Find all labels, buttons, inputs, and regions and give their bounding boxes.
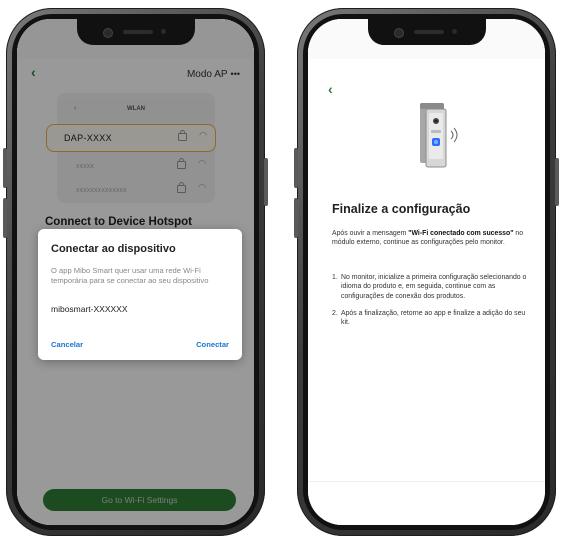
back-arrow-icon[interactable]: ‹ [328,81,333,97]
power-button [264,158,268,206]
speaker-grille [413,30,444,34]
notch [367,19,486,45]
phone-bezel: ‹ Finalize a configuração Após ouvir a m… [303,14,550,530]
dialog-ssid: mibosmart-XXXXXX [51,304,128,314]
sensor-dot [451,29,457,34]
phone-frame-left: ‹ Modo AP ••• ‹ WLAN DAP-XXXX ◠ XXXXX ◠ … [3,8,268,536]
volume-button [3,198,7,238]
list-item: 1. No monitor, inicialize a primeira con… [332,273,528,301]
screen-right: ‹ Finalize a configuração Após ouvir a m… [308,19,545,525]
speaker-grille [122,30,153,34]
volume-button [3,148,7,188]
camera-icon [102,28,113,38]
dialog-title: Conectar ao dispositivo [51,243,176,255]
phone-bezel: ‹ Modo AP ••• ‹ WLAN DAP-XXXX ◠ XXXXX ◠ … [12,14,259,530]
phone-frame-right: ‹ Finalize a configuração Após ouvir a m… [294,8,559,536]
footer-divider [308,481,545,482]
dialog-body: O app Mibo Smart quer usar uma rede Wi-F… [51,266,209,285]
volume-button [294,198,298,238]
intro-highlight: "Wi-Fi conectado com sucesso" [408,230,514,237]
sensor-dot [160,29,166,34]
volume-button [294,148,298,188]
power-button [555,158,559,206]
connect-button[interactable]: Conectar [196,340,229,349]
step-number: 2. [332,309,338,317]
connect-dialog: Conectar ao dispositivo O app Mibo Smart… [38,229,242,360]
steps-list: 1. No monitor, inicialize a primeira con… [332,273,528,335]
step-text: Após a finalização, retorne ao app e fin… [341,309,526,327]
camera-icon [393,28,404,38]
intro-paragraph: Após ouvir a mensagem "Wi-Fi conectado c… [332,229,528,248]
screen-left: ‹ Modo AP ••• ‹ WLAN DAP-XXXX ◠ XXXXX ◠ … [17,19,254,525]
page-title: Finalize a configuração [332,202,471,216]
step-number: 1. [332,274,338,281]
cancel-button[interactable]: Cancelar [51,340,83,349]
notch [76,19,195,45]
list-item: 2. Após a finalização, retorne ao app e … [332,309,528,328]
step-text: No monitor, inicialize a primeira config… [341,274,527,300]
finalize-page: ‹ Finalize a configuração Após ouvir a m… [308,19,545,525]
intro-text: Após ouvir a mensagem [332,230,409,237]
doorbell-device-icon [420,103,458,168]
